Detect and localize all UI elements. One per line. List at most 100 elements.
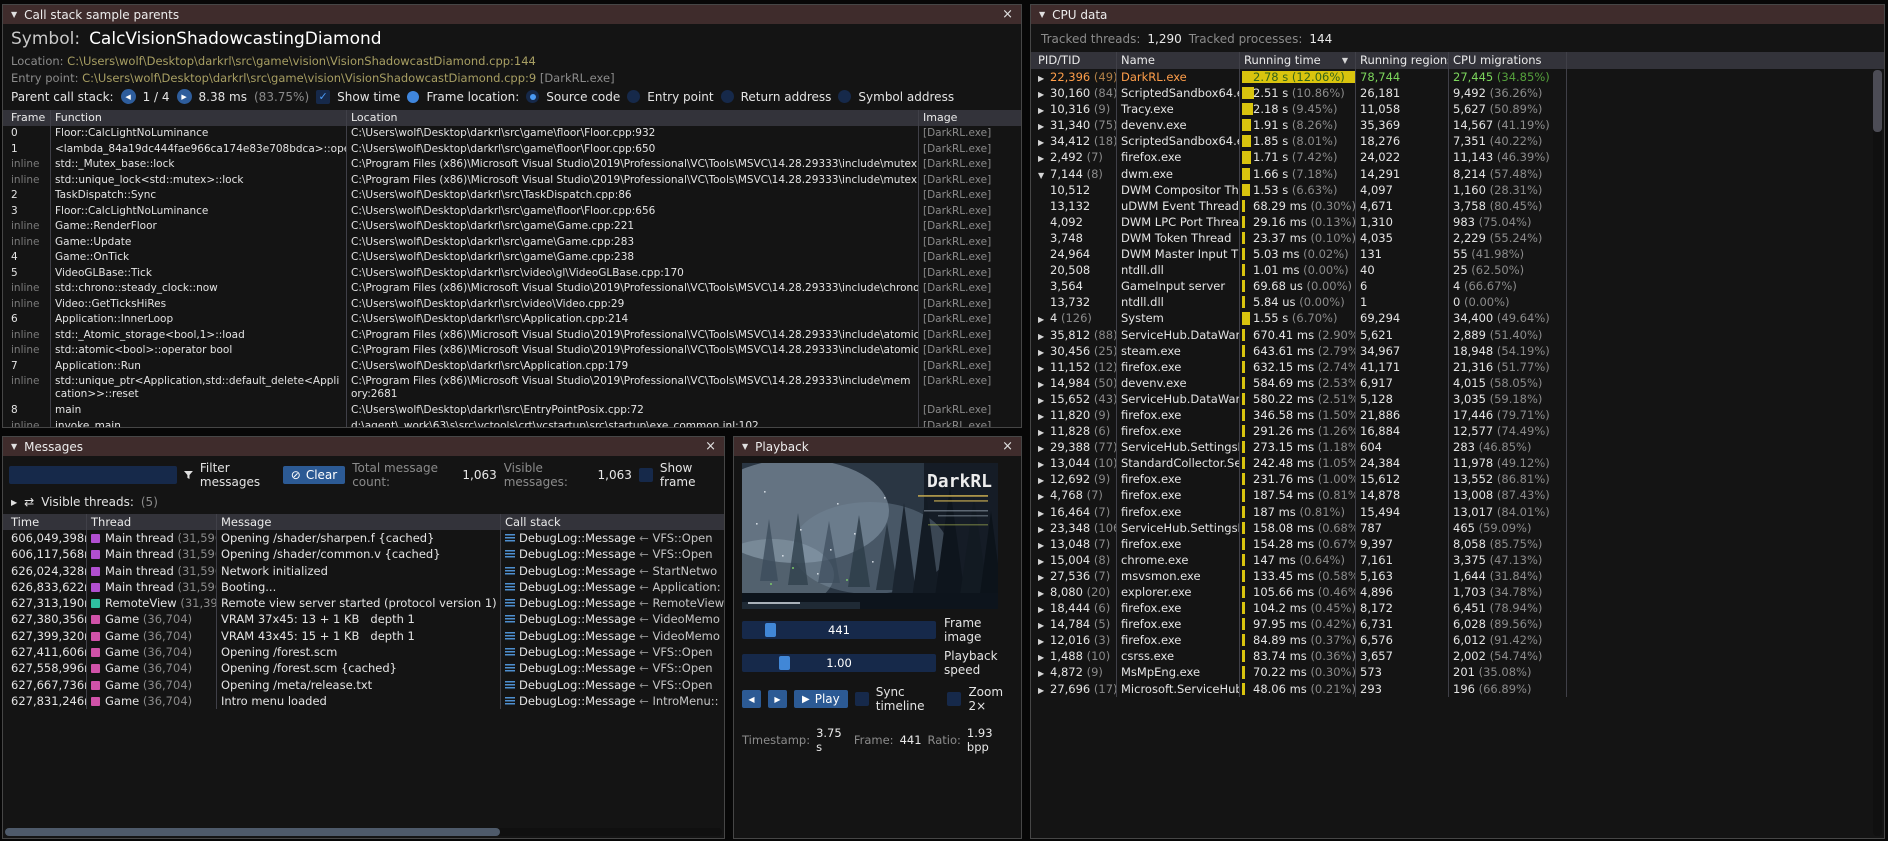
close-icon[interactable]: × bbox=[1002, 439, 1013, 454]
expand-icon[interactable]: ▼ bbox=[1038, 168, 1050, 182]
expand-icon[interactable]: ▶ bbox=[1038, 618, 1050, 632]
expand-icon[interactable]: ▶ bbox=[1038, 650, 1050, 664]
expand-icon[interactable]: ▶ bbox=[1038, 425, 1050, 439]
expand-threads-icon[interactable]: ▶ bbox=[11, 498, 17, 507]
callstack-row[interactable]: inlinestd::atomic<bool>::operator boolC:… bbox=[3, 343, 1021, 359]
cpu-row[interactable]: ▶11,828 (6)firefox.exe291.26 ms (1.26%)1… bbox=[1031, 423, 1884, 439]
show-frame-checkbox[interactable] bbox=[639, 468, 653, 482]
cpu-row[interactable]: ▶27,696 (17)Microsoft.ServiceHub.Co48.06… bbox=[1031, 681, 1884, 697]
cpu-row[interactable]: ▶12,692 (9)firefox.exe231.76 ms (1.00%)1… bbox=[1031, 471, 1884, 487]
cpu-row[interactable]: ▶27,536 (7)msvsmon.exe133.45 ms (0.58%)5… bbox=[1031, 568, 1884, 584]
sync-timeline-checkbox[interactable] bbox=[855, 692, 869, 706]
cpu-row[interactable]: 10,512DWM Compositor Thread1.53 s (6.63%… bbox=[1031, 182, 1884, 198]
message-row[interactable]: 606,117,568nsMain thread (31,596)Opening… bbox=[3, 546, 724, 562]
cpu-row[interactable]: ▶14,984 (50)devenv.exe584.69 ms (2.53%)6… bbox=[1031, 375, 1884, 391]
expand-icon[interactable]: ▶ bbox=[1038, 683, 1050, 697]
expand-icon[interactable]: ▶ bbox=[1038, 489, 1050, 503]
expand-icon[interactable]: ▶ bbox=[1038, 602, 1050, 616]
cpu-row[interactable]: ▶15,004 (8)chrome.exe147 ms (0.64%)7,161… bbox=[1031, 552, 1884, 568]
message-row[interactable]: 627,399,320nsGame (36,704)VRAM 43x45: 15… bbox=[3, 628, 724, 644]
expand-icon[interactable]: ▶ bbox=[1038, 312, 1050, 326]
message-row[interactable]: 627,313,190nsRemoteView (31,392)Remote v… bbox=[3, 595, 724, 611]
cpu-row[interactable]: ▶16,464 (7)firefox.exe187 ms (0.81%)15,4… bbox=[1031, 504, 1884, 520]
expand-icon[interactable]: ▶ bbox=[1038, 409, 1050, 423]
column-header-function[interactable]: Function bbox=[51, 110, 347, 126]
cpu-row[interactable]: ▶2,492 (7)firefox.exe1.71 s (7.42%)24,02… bbox=[1031, 149, 1884, 165]
close-icon[interactable]: × bbox=[1002, 7, 1013, 22]
cpu-row[interactable]: ▶18,444 (6)firefox.exe104.2 ms (0.45%)8,… bbox=[1031, 600, 1884, 616]
callstack-row[interactable]: 4Game::OnTickC:\Users\wolf\Desktop\darkr… bbox=[3, 250, 1021, 266]
shuffle-icon[interactable]: ⇄ bbox=[24, 495, 34, 509]
cpu-row[interactable]: 13,732ntdll.dll5.84 us (0.00%)10 (0.00%) bbox=[1031, 294, 1884, 310]
cpu-row[interactable]: ▶30,456 (25)steam.exe643.61 ms (2.79%)34… bbox=[1031, 343, 1884, 359]
play-button[interactable]: ▶ Play bbox=[794, 690, 848, 708]
expand-icon[interactable]: ▶ bbox=[1038, 586, 1050, 600]
column-header-pid-tid[interactable]: PID/TID bbox=[1031, 52, 1117, 69]
cpu-row[interactable]: 20,508ntdll.dll1.01 ms (0.00%)4025 (62.5… bbox=[1031, 262, 1884, 278]
radio-return-address[interactable] bbox=[721, 90, 734, 103]
cpu-row[interactable]: ▶1,488 (10)csrss.exe83.74 ms (0.36%)3,65… bbox=[1031, 648, 1884, 664]
cpu-row[interactable]: 4,092DWM LPC Port Thread29.16 ms (0.13%)… bbox=[1031, 214, 1884, 230]
cpu-row[interactable]: 13,132uDWM Event Thread68.29 ms (0.30%)4… bbox=[1031, 198, 1884, 214]
cpu-row[interactable]: ▶10,316 (9)Tracy.exe2.18 s (9.45%)11,058… bbox=[1031, 101, 1884, 117]
expand-icon[interactable]: ▶ bbox=[1038, 554, 1050, 568]
show-time-checkbox[interactable]: ✓ bbox=[316, 90, 330, 104]
step-back-button[interactable]: ◀ bbox=[742, 690, 761, 708]
playback-titlebar[interactable]: ▼ Playback × bbox=[734, 437, 1021, 456]
expand-icon[interactable]: ▶ bbox=[1038, 345, 1050, 359]
zoom-2x-checkbox[interactable] bbox=[947, 692, 961, 706]
cpu-row[interactable]: 24,964DWM Master Input Thread5.03 ms (0.… bbox=[1031, 246, 1884, 262]
messages-horizontal-scrollbar[interactable] bbox=[5, 828, 722, 836]
callstack-row[interactable]: 2TaskDispatch::SyncC:\Users\wolf\Desktop… bbox=[3, 188, 1021, 204]
column-header-thread[interactable]: Thread bbox=[87, 514, 217, 530]
cpu-row[interactable]: 3,564GameInput server69.68 us (0.00%)64 … bbox=[1031, 278, 1884, 294]
cpu-row[interactable]: ▶4,872 (9)MsMpEng.exe70.22 ms (0.30%)573… bbox=[1031, 664, 1884, 680]
message-row[interactable]: 606,049,398nsMain thread (31,596)Opening… bbox=[3, 530, 724, 546]
clear-button[interactable]: ⊘ Clear bbox=[283, 466, 345, 484]
cpu-row[interactable]: ▶4 (126)System1.55 s (6.70%)69,29434,400… bbox=[1031, 310, 1884, 326]
column-header-time[interactable]: Time bbox=[3, 514, 87, 530]
column-header-running-regions[interactable]: Running regions bbox=[1356, 52, 1449, 69]
column-header-frame[interactable]: Frame bbox=[3, 110, 51, 126]
scrollbar-handle[interactable] bbox=[1873, 70, 1882, 132]
collapse-icon[interactable]: ▼ bbox=[11, 10, 17, 19]
cpu-row[interactable]: ▶4,768 (7)firefox.exe187.54 ms (0.81%)14… bbox=[1031, 487, 1884, 503]
callstack-row[interactable]: inlineGame::RenderFloorC:\Users\wolf\Des… bbox=[3, 219, 1021, 235]
callstack-row[interactable]: 3Floor::CalcLightNoLuminanceC:\Users\wol… bbox=[3, 204, 1021, 220]
column-header-callstack[interactable]: Call stack bbox=[501, 514, 724, 530]
cpu-row[interactable]: 3,748DWM Token Thread23.37 ms (0.10%)4,0… bbox=[1031, 230, 1884, 246]
cpu-row[interactable]: ▶12,016 (3)firefox.exe84.89 ms (0.37%)6,… bbox=[1031, 632, 1884, 648]
callstack-row[interactable]: inlinestd::unique_ptr<Application,std::d… bbox=[3, 374, 1021, 403]
collapse-icon[interactable]: ▼ bbox=[11, 442, 17, 451]
expand-icon[interactable]: ▶ bbox=[1038, 457, 1050, 471]
callstack-row[interactable]: inlinestd::_Mutex_base::lockC:\Program F… bbox=[3, 157, 1021, 173]
cpu-titlebar[interactable]: ▼ CPU data bbox=[1031, 5, 1884, 24]
prev-parent-button[interactable]: ◀ bbox=[121, 89, 136, 104]
expand-icon[interactable]: ▶ bbox=[1038, 393, 1050, 407]
callstack-row[interactable]: 7Application::RunC:\Users\wolf\Desktop\d… bbox=[3, 359, 1021, 375]
playback-speed-slider[interactable]: 1.00 bbox=[742, 654, 936, 672]
message-row[interactable]: 627,831,246nsGame (36,704)Intro menu loa… bbox=[3, 693, 724, 709]
expand-icon[interactable]: ▶ bbox=[1038, 666, 1050, 680]
expand-icon[interactable]: ▶ bbox=[1038, 570, 1050, 584]
cpu-row[interactable]: ▶11,152 (12)firefox.exe632.15 ms (2.74%)… bbox=[1031, 359, 1884, 375]
cpu-row[interactable]: ▶29,388 (77)ServiceHub.SettingsHost273.1… bbox=[1031, 439, 1884, 455]
cpu-row[interactable]: ▶34,412 (18)ScriptedSandbox64.exe1.85 s … bbox=[1031, 133, 1884, 149]
callstack-row[interactable]: inlinestd::chrono::steady_clock::nowC:\P… bbox=[3, 281, 1021, 297]
radio-entry-point[interactable] bbox=[627, 90, 640, 103]
message-row[interactable]: 627,558,996nsGame (36,704)Opening /fores… bbox=[3, 660, 724, 676]
callstack-row[interactable]: inlinestd::unique_lock<std::mutex>::lock… bbox=[3, 173, 1021, 189]
expand-icon[interactable]: ▶ bbox=[1038, 87, 1050, 101]
expand-icon[interactable]: ▶ bbox=[1038, 151, 1050, 165]
expand-icon[interactable]: ▶ bbox=[1038, 538, 1050, 552]
callstack-row[interactable]: 8mainC:\Users\wolf\Desktop\darkrl\src\En… bbox=[3, 403, 1021, 419]
expand-icon[interactable]: ▶ bbox=[1038, 361, 1050, 375]
cpu-row[interactable]: ▶14,784 (5)firefox.exe97.95 ms (0.42%)6,… bbox=[1031, 616, 1884, 632]
expand-icon[interactable]: ▶ bbox=[1038, 506, 1050, 520]
message-row[interactable]: 626,024,328nsMain thread (31,596)Network… bbox=[3, 563, 724, 579]
callstack-row[interactable]: inlineVideo::GetTicksHiResC:\Users\wolf\… bbox=[3, 297, 1021, 313]
close-icon[interactable]: × bbox=[705, 439, 716, 454]
cpu-row[interactable]: ▶11,820 (9)firefox.exe346.58 ms (1.50%)2… bbox=[1031, 407, 1884, 423]
collapse-icon[interactable]: ▼ bbox=[1039, 10, 1045, 19]
expand-icon[interactable]: ▶ bbox=[1038, 135, 1050, 149]
